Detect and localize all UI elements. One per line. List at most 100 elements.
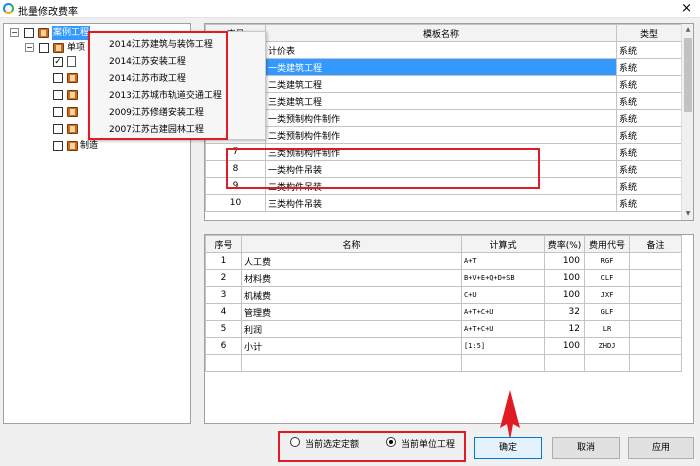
- col-header-name[interactable]: 模板名称: [265, 24, 617, 42]
- row-no: 10: [205, 194, 266, 212]
- template-dropdown[interactable]: 2014江苏建筑与装饰工程 2014江苏安装工程 2014江苏市政工程 2013…: [88, 31, 266, 140]
- radio-label[interactable]: 当前选定定额: [305, 437, 359, 450]
- scroll-up-icon[interactable]: ▲: [682, 24, 693, 36]
- row-name: 三类预制构件制作: [265, 143, 617, 161]
- fee-remark[interactable]: [629, 252, 682, 270]
- fee-remark[interactable]: [629, 337, 682, 355]
- fee-remark[interactable]: [629, 286, 682, 304]
- unit-icon: [67, 107, 78, 117]
- fee-remark[interactable]: [629, 320, 682, 338]
- fee-remark[interactable]: [629, 303, 682, 321]
- root-checkbox[interactable]: [24, 28, 34, 38]
- dropdown-item[interactable]: 2009江苏修缮安装工程: [109, 105, 204, 118]
- table-row[interactable]: 7 三类预制构件制作 系统: [205, 143, 682, 161]
- table-row[interactable]: 10 三类构件吊装 系统: [205, 194, 682, 212]
- cancel-button[interactable]: 取消: [552, 437, 620, 459]
- col-header-rate[interactable]: 费率(%): [544, 235, 585, 253]
- tree-leaf-5[interactable]: [52, 122, 92, 136]
- fee-rate[interactable]: 100: [544, 286, 585, 304]
- col-header-code[interactable]: 费用代号: [584, 235, 630, 253]
- table-row[interactable]: 3 机械费 C+U 100 JXF: [205, 286, 682, 304]
- unit-icon: [67, 73, 78, 83]
- tree-leaf-label[interactable]: 制造: [80, 139, 98, 153]
- template-scrollbar[interactable]: ▲ ▼: [681, 24, 693, 220]
- tree-leaf-1[interactable]: [52, 55, 92, 69]
- dropdown-item[interactable]: 2014江苏安装工程: [109, 54, 186, 67]
- fee-remark[interactable]: [629, 269, 682, 287]
- close-icon[interactable]: ×: [681, 1, 692, 16]
- project-icon: [38, 28, 49, 38]
- tree-leaf-3[interactable]: [52, 88, 92, 102]
- table-row[interactable]: 9 二类构件吊装 系统: [205, 177, 682, 195]
- child-checkbox[interactable]: [39, 43, 49, 53]
- fee-formula[interactable]: A+T+C+U: [461, 320, 545, 338]
- template-grid[interactable]: 序号 模板名称 类型 计价表系统 一类建筑工程系统 二类建筑工程系统 三类建筑工…: [204, 23, 694, 221]
- dropdown-item[interactable]: 2014江苏建筑与装饰工程: [109, 37, 213, 50]
- table-row-selected[interactable]: 一类建筑工程 系统: [205, 58, 682, 76]
- table-row[interactable]: 二类建筑工程 系统: [205, 75, 682, 93]
- tree-leaf-4[interactable]: [52, 105, 92, 119]
- tree-leaf-6[interactable]: 制造: [52, 139, 112, 153]
- ok-button[interactable]: 确定: [474, 437, 542, 459]
- radio-label[interactable]: 当前单位工程: [401, 437, 455, 450]
- table-row[interactable]: 8 一类构件吊装 系统: [205, 160, 682, 178]
- radio-current-quota[interactable]: [290, 437, 300, 447]
- leaf-checkbox-checked[interactable]: [53, 57, 63, 67]
- row-type: 系统: [616, 58, 682, 76]
- table-row-empty[interactable]: [205, 354, 682, 372]
- row-name: 二类预制构件制作: [265, 126, 617, 144]
- table-row[interactable]: 5 利润 A+T+C+U 12 LR: [205, 320, 682, 338]
- leaf-checkbox[interactable]: [53, 73, 63, 83]
- dropdown-item[interactable]: 2007江苏古建园林工程: [109, 122, 204, 135]
- dropdown-item[interactable]: 2014江苏市政工程: [109, 71, 186, 84]
- row-type: 系统: [616, 126, 682, 144]
- row-name: 计价表: [265, 41, 617, 59]
- col-header-remark[interactable]: 备注: [629, 235, 682, 253]
- fee-rate[interactable]: 100: [544, 252, 585, 270]
- fee-name: 人工费: [241, 252, 462, 270]
- table-row[interactable]: 6 小计 [1:5] 100 ZHDJ: [205, 337, 682, 355]
- scroll-down-icon[interactable]: ▼: [682, 208, 693, 220]
- fee-formula[interactable]: [1:5]: [461, 337, 545, 355]
- col-header-no[interactable]: 序号: [205, 235, 242, 253]
- fee-formula[interactable]: A+T+C+U: [461, 303, 545, 321]
- fee-no: 4: [205, 303, 242, 321]
- table-row[interactable]: 1 人工费 A+T 100 RGF: [205, 252, 682, 270]
- table-row[interactable]: 计价表 系统: [205, 41, 682, 59]
- col-header-formula[interactable]: 计算式: [461, 235, 545, 253]
- fee-rate[interactable]: 100: [544, 337, 585, 355]
- tree-leaf-2[interactable]: [52, 71, 92, 85]
- collapse-icon[interactable]: −: [10, 28, 19, 37]
- fee-code: JXF: [584, 286, 630, 304]
- row-type: 系统: [616, 109, 682, 127]
- leaf-checkbox[interactable]: [53, 141, 63, 151]
- leaf-checkbox[interactable]: [53, 90, 63, 100]
- table-row[interactable]: 一类预制构件制作 系统: [205, 109, 682, 127]
- fee-formula[interactable]: B+V+E+Q+D+SB: [461, 269, 545, 287]
- fee-rate[interactable]: 32: [544, 303, 585, 321]
- scroll-thumb[interactable]: [684, 38, 692, 112]
- fee-rate[interactable]: 100: [544, 269, 585, 287]
- apply-button[interactable]: 应用: [628, 437, 694, 459]
- tree-child-label[interactable]: 单项: [67, 41, 85, 55]
- table-row[interactable]: 4 管理费 A+T+C+U 32 GLF: [205, 303, 682, 321]
- tree-root-label[interactable]: 案例工程: [52, 26, 91, 40]
- radio-current-unit[interactable]: [386, 437, 396, 447]
- fee-formula[interactable]: C+U: [461, 286, 545, 304]
- row-type: 系统: [616, 92, 682, 110]
- table-row[interactable]: 三类建筑工程 系统: [205, 92, 682, 110]
- table-row[interactable]: 2 材料费 B+V+E+Q+D+SB 100 CLF: [205, 269, 682, 287]
- fee-rate[interactable]: 12: [544, 320, 585, 338]
- fee-grid[interactable]: 序号 名称 计算式 费率(%) 费用代号 备注 1 人工费 A+T 100 RGF 2材…: [204, 234, 694, 424]
- col-header-type[interactable]: 类型: [616, 24, 682, 42]
- fee-formula[interactable]: A+T: [461, 252, 545, 270]
- row-type: 系统: [616, 160, 682, 178]
- dropdown-item[interactable]: 2013江苏城市轨道交通工程: [109, 88, 222, 101]
- leaf-checkbox[interactable]: [53, 124, 63, 134]
- table-row[interactable]: 6二类预制构件制作系统: [205, 126, 682, 144]
- row-name: 一类建筑工程: [265, 58, 617, 76]
- leaf-checkbox[interactable]: [53, 107, 63, 117]
- fee-code: ZHDJ: [584, 337, 630, 355]
- collapse-icon[interactable]: −: [25, 43, 34, 52]
- col-header-name[interactable]: 名称: [241, 235, 462, 253]
